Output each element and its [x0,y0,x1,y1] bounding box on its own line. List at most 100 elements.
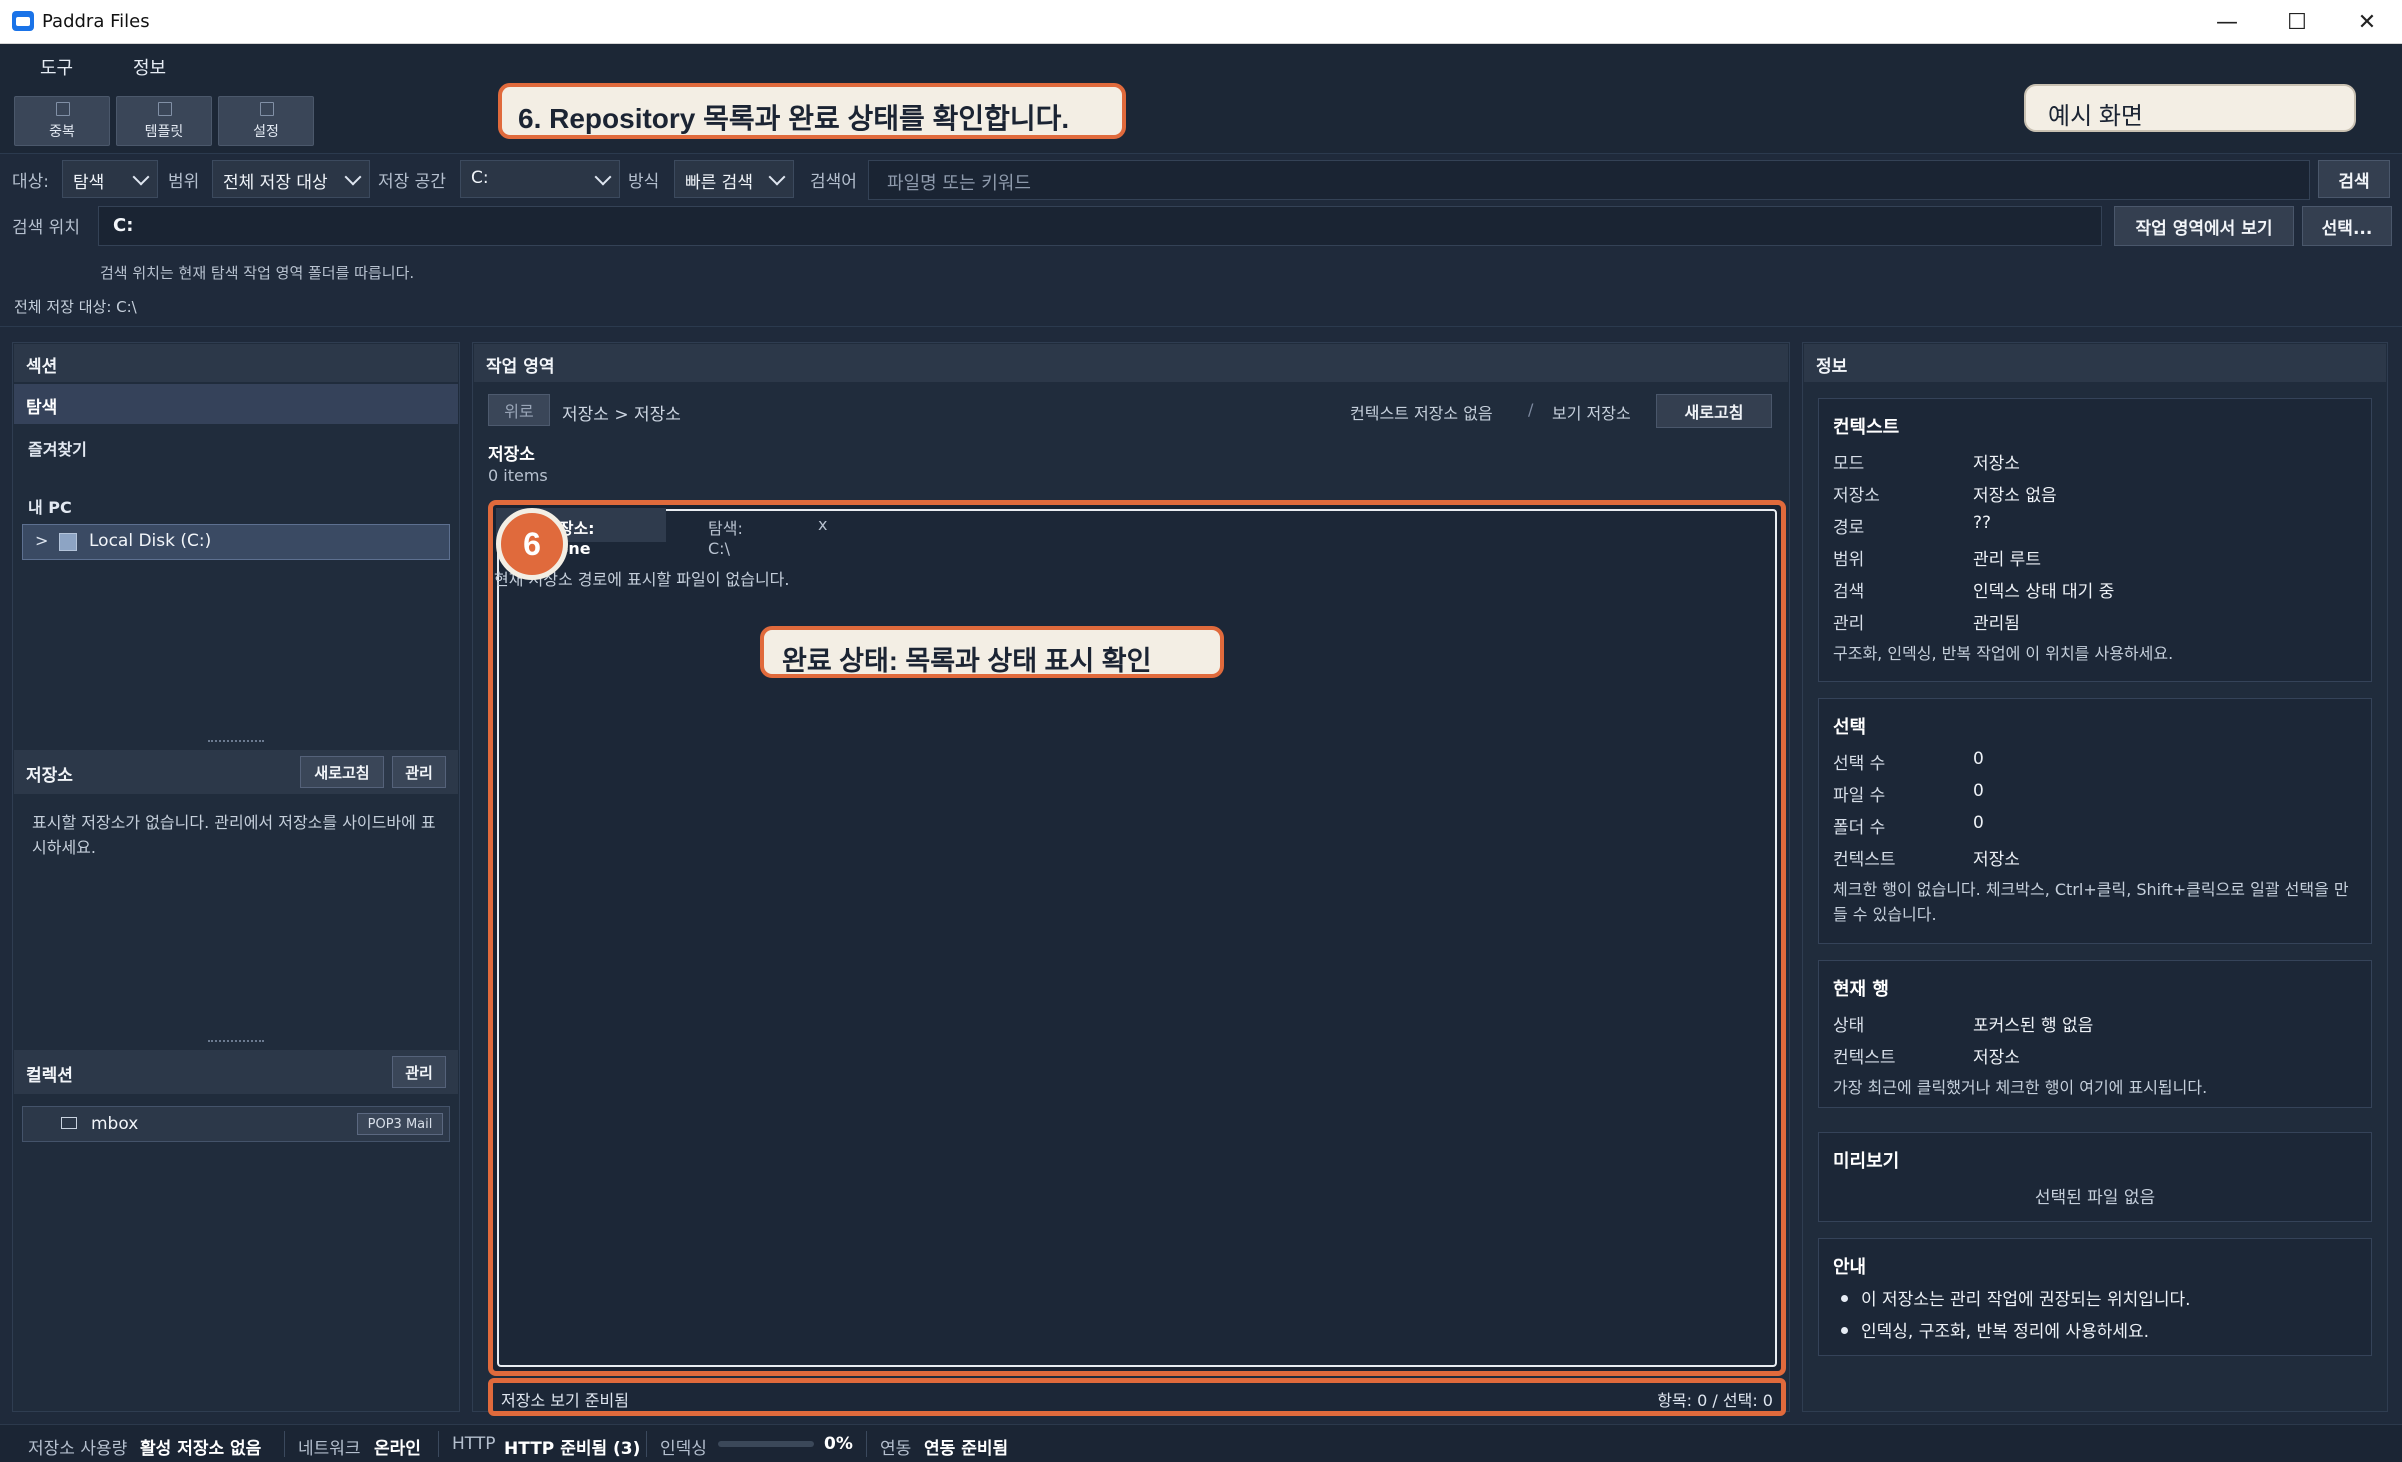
context-key: 경로 [1833,518,1865,538]
collection-item-mbox[interactable]: mbox POP3 Mail [22,1106,450,1142]
preview-card: 미리보기 선택된 파일 없음 [1818,1132,2372,1222]
settings-icon [260,102,274,116]
up-button[interactable]: 위로 [488,394,550,426]
divider-slash: / [1528,400,1534,419]
repositories-empty-message: 표시할 저장소가 없습니다. 관리에서 저장소를 사이드바에 표시하세요. [32,813,436,857]
preview-empty: 선택된 파일 없음 [2034,1188,2156,1208]
menu-info[interactable]: 정보 [133,54,166,80]
current-row-card: 현재 행 상태 포커스된 행 없음 컨텍스트 저장소 가장 최근에 클릭했거나 … [1818,960,2372,1108]
sidebar-item-favorites[interactable]: 즐겨찾기 [14,428,458,466]
duplicates-button[interactable]: 중복 [14,96,110,146]
folder-title: 저장소 [488,445,535,465]
title-bar: Paddra Files — ☐ ✕ [0,0,2402,44]
sidebar-panel [12,342,460,1412]
collections-manage-button[interactable]: 관리 [392,1056,446,1088]
tree-item-local-disk[interactable]: > Local Disk (C:) [22,524,450,560]
context-note: 구조화, 인덱싱, 반복 작업에 이 위치를 사용하세요. [1833,644,2174,663]
breadcrumb[interactable]: 저장소 > 저장소 [562,400,681,425]
search-button[interactable]: 검색 [2318,160,2390,198]
sidebar-header: 섹션 [14,344,458,382]
duplicates-icon [56,102,70,116]
context-title: 컨텍스트 [1833,417,1900,438]
close-button[interactable]: ✕ [2332,0,2402,44]
completion-callout: 완료 상태: 목록과 상태 표시 확인 [760,626,1224,678]
splitter-handle[interactable] [208,1040,264,1043]
status-separator [866,1431,867,1457]
storage-value: C: [471,168,489,188]
mail-icon [61,1117,77,1129]
method-label: 방식 [628,172,660,192]
menu-bar: 도구 정보 [0,44,2402,86]
minimize-button[interactable]: — [2192,0,2262,44]
selection-value: 0 [1973,781,1984,801]
scope-label: 범위 [168,172,200,192]
http-label: HTTP [452,1434,496,1454]
scope-select[interactable]: 전체 저장 대상 [212,160,370,198]
view-storage-label: 보기 저장소 [1552,404,1631,423]
context-value: ?? [1973,513,1992,533]
usage-label: 저장소 사용량 [28,1439,128,1459]
templates-label: 템플릿 [144,124,184,140]
selection-value: 저장소 [1973,850,2020,870]
status-separator [284,1431,285,1457]
current-row-note: 가장 최근에 클릭했거나 체크한 행이 여기에 표시됩니다. [1833,1078,2208,1097]
menu-tools[interactable]: 도구 [40,54,73,80]
location-field[interactable]: C: [98,206,2102,246]
selection-key: 폴더 수 [1833,818,1886,838]
settings-button[interactable]: 설정 [218,96,314,146]
step-callout: 6. Repository 목록과 완료 상태를 확인합니다. [498,83,1126,139]
context-key: 관리 [1833,614,1865,634]
usage-value: 활성 저장소 없음 [140,1439,262,1459]
view-in-workspace-button[interactable]: 작업 영역에서 보기 [2114,206,2294,246]
search-input[interactable]: 파일명 또는 키워드 [868,160,2310,200]
my-pc-label: 내 PC [28,498,72,517]
context-card: 컨텍스트 모드 저장소 저장소 저장소 없음 경로 ?? 범위 관리 루트 검색… [1818,398,2372,682]
status-separator [646,1431,647,1457]
selection-key: 선택 수 [1833,754,1886,774]
item-count: 0 items [488,466,548,485]
preview-title: 미리보기 [1833,1151,1900,1172]
tab-close-button[interactable]: x [806,508,846,542]
current-row-value: 포커스된 행 없음 [1973,1016,2094,1036]
chevron-down-icon [594,168,612,186]
selection-card: 선택 선택 수 0 파일 수 0 폴더 수 0 컨텍스트 저장소 체크한 행이 … [1818,698,2372,944]
sidebar-item-explore[interactable]: 탐색 [14,384,458,424]
sync-label: 연동 [880,1439,912,1459]
storage-label: 저장 공간 [378,172,446,192]
keyword-label: 검색어 [810,172,857,192]
index-value: 0% [824,1434,853,1454]
templates-button[interactable]: 템플릿 [116,96,212,146]
target-select[interactable]: 탐색 [62,160,158,198]
storage-select[interactable]: C: [460,160,620,198]
settings-label: 설정 [253,124,279,140]
workspace-status-left: 저장소 보기 준비됨 [501,1391,629,1410]
scope-value: 전체 저장 대상 [223,173,328,193]
context-key: 모드 [1833,454,1865,474]
method-value: 빠른 검색 [685,173,753,193]
current-row-key: 컨텍스트 [1833,1048,1896,1068]
workspace-refresh-button[interactable]: 새로고침 [1656,394,1772,428]
app-folder-icon [12,11,34,31]
splitter-handle[interactable] [208,740,264,743]
select-location-button[interactable]: 선택... [2302,206,2392,246]
workspace-header: 작업 영역 [474,344,1788,382]
context-value: 저장소 [1973,454,2020,474]
chevron-down-icon [768,168,786,186]
tab-explore[interactable]: 탐색: C:\ [666,508,806,558]
maximize-button[interactable]: ☐ [2262,0,2332,44]
current-row-key: 상태 [1833,1016,1865,1036]
repositories-manage-button[interactable]: 관리 [392,756,446,788]
method-select[interactable]: 빠른 검색 [674,160,794,198]
disk-icon [59,533,77,551]
status-bar: 저장소 사용량 활성 저장소 없음 네트워크 온라인 HTTP HTTP 준비됨… [0,1424,2402,1462]
collection-name: mbox [91,1114,139,1134]
repositories-refresh-button[interactable]: 새로고침 [300,756,384,788]
chevron-down-icon [132,168,150,186]
bullet-icon [1841,1295,1848,1302]
templates-icon [158,102,172,116]
context-value: 저장소 없음 [1973,486,2057,506]
index-progress-bar [718,1441,814,1447]
expand-chevron-icon[interactable]: > [35,531,48,550]
example-screen-tag: 예시 화면 [2024,84,2356,132]
context-value: 인덱스 상태 대기 중 [1973,582,2115,602]
